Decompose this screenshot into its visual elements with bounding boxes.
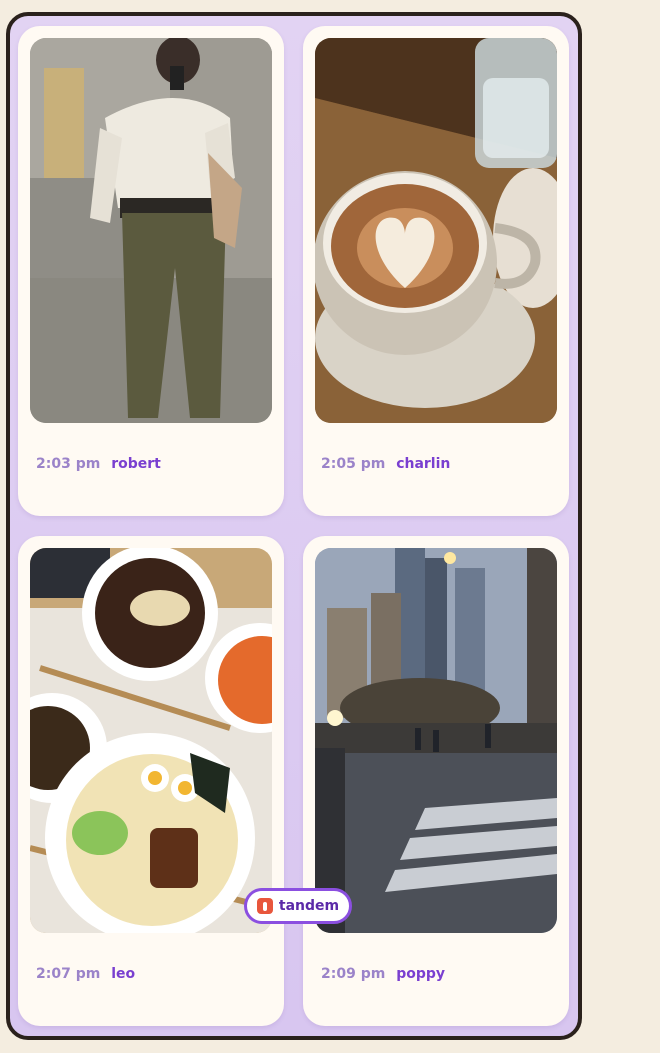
selfie-photo-icon <box>30 38 272 423</box>
post-meta: 2:09 pm poppy <box>321 966 445 982</box>
street-photo-icon <box>315 548 557 933</box>
phone-frame: 2:03 pm robert 2:05 pm charlin 2:07 pm l… <box>6 12 582 1040</box>
post-card[interactable]: 2:05 pm charlin <box>303 26 569 516</box>
post-author[interactable]: charlin <box>396 456 450 472</box>
post-time: 2:07 pm <box>36 966 101 982</box>
post-author[interactable]: leo <box>111 966 135 982</box>
post-time: 2:09 pm <box>321 966 386 982</box>
post-meta: 2:07 pm leo <box>36 966 135 982</box>
post-photo-selfie[interactable] <box>30 38 272 423</box>
post-photo-ramen[interactable] <box>30 548 272 933</box>
post-card[interactable]: 2:03 pm robert <box>18 26 284 516</box>
post-author[interactable]: robert <box>111 456 161 472</box>
tandem-badge-label: tandem <box>278 898 340 914</box>
post-author[interactable]: poppy <box>396 966 445 982</box>
post-photo-latte[interactable] <box>315 38 557 423</box>
post-card[interactable]: 2:07 pm leo <box>18 536 284 1026</box>
post-card[interactable]: 2:09 pm poppy <box>303 536 569 1026</box>
ramen-photo-icon <box>30 548 272 933</box>
latte-photo-icon <box>315 38 557 423</box>
post-meta: 2:03 pm robert <box>36 456 161 472</box>
post-time: 2:05 pm <box>321 456 386 472</box>
tandem-logo-icon <box>256 898 273 914</box>
tandem-badge[interactable]: tandem <box>244 888 352 924</box>
post-meta: 2:05 pm charlin <box>321 456 450 472</box>
post-time: 2:03 pm <box>36 456 101 472</box>
post-photo-street[interactable] <box>315 548 557 933</box>
